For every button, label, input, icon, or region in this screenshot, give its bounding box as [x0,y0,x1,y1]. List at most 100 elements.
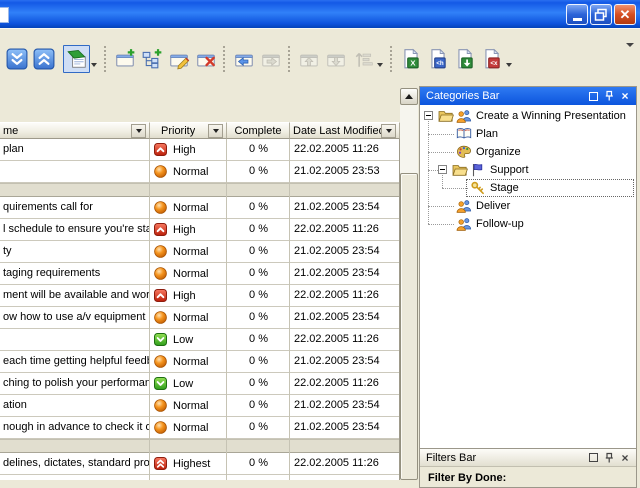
export-file-button[interactable] [451,45,478,73]
cell-priority: Low [150,329,227,350]
title-bar[interactable]: ✕ [0,0,640,28]
cell-priority: High [150,219,227,240]
cell-priority: Normal [150,241,227,262]
tree-item[interactable]: Organize [420,143,636,161]
priority-filter-button[interactable] [208,124,223,138]
column-header-priority[interactable]: Priority [150,122,227,139]
new-folder-button[interactable] [111,45,138,73]
export-xml-button[interactable] [478,45,505,73]
table-row[interactable]: ation Normal 0 % 21.02.2005 23:54 [0,395,400,417]
cell-complete: 0 % [227,307,290,328]
table-row[interactable]: l schedule to ensure you're stay High 0 … [0,219,400,241]
modified-filter-button[interactable] [381,124,396,138]
cell-complete: 0 % [227,219,290,240]
priority-label: Normal [173,166,208,178]
tree-item[interactable]: Create a Winning Presentation [420,107,636,125]
edit-folder-button[interactable] [165,45,192,73]
cell-name: ow how to use a/v equipment o [0,307,150,328]
new-subfolder-button[interactable] [138,45,165,73]
group-separator-row[interactable] [0,183,400,197]
notebook-view-button[interactable] [63,45,90,73]
column-header-name[interactable]: me [0,122,150,139]
table-row[interactable]: nough in advance to check it o Normal 0 … [0,417,400,439]
column-header-complete[interactable]: Complete [227,122,290,139]
table-row[interactable]: ow how to use a/v equipment o Normal 0 %… [0,307,400,329]
toolbar-separator [223,46,226,72]
move-left-button[interactable] [230,45,257,73]
table-row[interactable]: ty Normal 0 % 21.02.2005 23:54 [0,241,400,263]
cell-modified: 22.02.2005 11:26 [290,285,400,306]
cell-modified: 21.02.2005 23:54 [290,263,400,284]
restore-button[interactable] [590,4,612,25]
cell-priority: Normal [150,417,227,438]
cell-complete: 0 % [227,241,290,262]
grid-header: me Priority Complete Date Last Modified [0,122,400,139]
sort-button[interactable] [349,45,376,73]
expand-all-button[interactable] [30,45,57,73]
column-header-modified[interactable]: Date Last Modified [290,122,400,139]
scroll-up-button[interactable] [400,88,418,105]
name-filter-button[interactable] [131,124,146,138]
table-row[interactable]: each time getting helpful feedb Normal 0… [0,351,400,373]
toolbar-overflow-chevron[interactable] [626,43,634,47]
table-row[interactable]: Low 0 % 22.02.2005 11:26 [0,329,400,351]
delete-folder-button[interactable] [192,45,219,73]
table-row[interactable]: delines, dictates, standard proc Highest… [0,453,400,475]
categories-bar-caption[interactable]: Categories Bar × [420,87,636,105]
export-xml-icon [481,48,503,70]
cell-priority: Low [150,373,227,394]
cell-complete: 0 % [227,263,290,284]
panel-maximize-button[interactable] [586,451,600,465]
sort-dropdown[interactable] [377,63,383,67]
export-html-button[interactable] [424,45,451,73]
group-separator-row[interactable] [0,439,400,453]
tree-expander[interactable] [424,111,433,120]
grid-column-line [289,122,290,480]
move-right-button[interactable] [257,45,284,73]
tree-item[interactable]: Plan [420,125,636,143]
close-button[interactable]: ✕ [614,4,636,25]
panel-pin-button[interactable] [602,89,616,103]
cell-complete: 0 % [227,351,290,372]
tree-expander[interactable] [438,165,447,174]
panel-pin-button[interactable] [602,451,616,465]
notebook-view-dropdown[interactable] [91,63,97,67]
table-row[interactable]: ching to polish your performanc Low 0 % … [0,373,400,395]
priority-icon [154,333,167,346]
export-dropdown[interactable] [506,63,512,67]
filters-bar-caption[interactable]: Filters Bar × [420,449,636,467]
table-row[interactable]: plan High 0 % 22.02.2005 11:26 [0,139,400,161]
panel-maximize-button[interactable] [586,89,600,103]
move-down-button[interactable] [322,45,349,73]
cell-modified: 21.02.2005 23:54 [290,241,400,262]
priority-icon [154,165,167,178]
move-up-button[interactable] [295,45,322,73]
grid-column-line [399,122,400,480]
tree-item-icon [456,126,472,142]
tree-item-label: Support [490,164,529,176]
move-left-icon [233,48,255,70]
scrollbar-thumb[interactable] [400,173,418,480]
move-right-icon [260,48,282,70]
priority-label: High [173,224,196,236]
grid-column-line [149,122,150,480]
minimize-button[interactable] [566,4,588,25]
tree-item-label: Deliver [476,200,510,212]
tree-item-label: Follow-up [476,218,524,230]
table-row[interactable]: Normal 0 % 21.02.2005 23:53 [0,161,400,183]
tree-item[interactable]: Deliver [420,197,636,215]
tree-item-label: Organize [476,146,521,158]
priority-label: Normal [173,312,208,324]
panel-close-button[interactable]: × [618,451,632,465]
table-row[interactable]: ment will be available and worki High 0 … [0,285,400,307]
collapse-all-button[interactable] [3,45,30,73]
priority-icon [154,223,167,236]
grid-vertical-scrollbar[interactable] [400,88,418,480]
tree-item[interactable]: Stage [420,179,636,197]
tree-item[interactable]: Support [420,161,636,179]
table-row[interactable]: taging requirements Normal 0 % 21.02.200… [0,263,400,285]
tree-item[interactable]: Follow-up [420,215,636,233]
table-row[interactable]: quirements call for Normal 0 % 21.02.200… [0,197,400,219]
export-excel-button[interactable] [397,45,424,73]
panel-close-button[interactable]: × [618,89,632,103]
